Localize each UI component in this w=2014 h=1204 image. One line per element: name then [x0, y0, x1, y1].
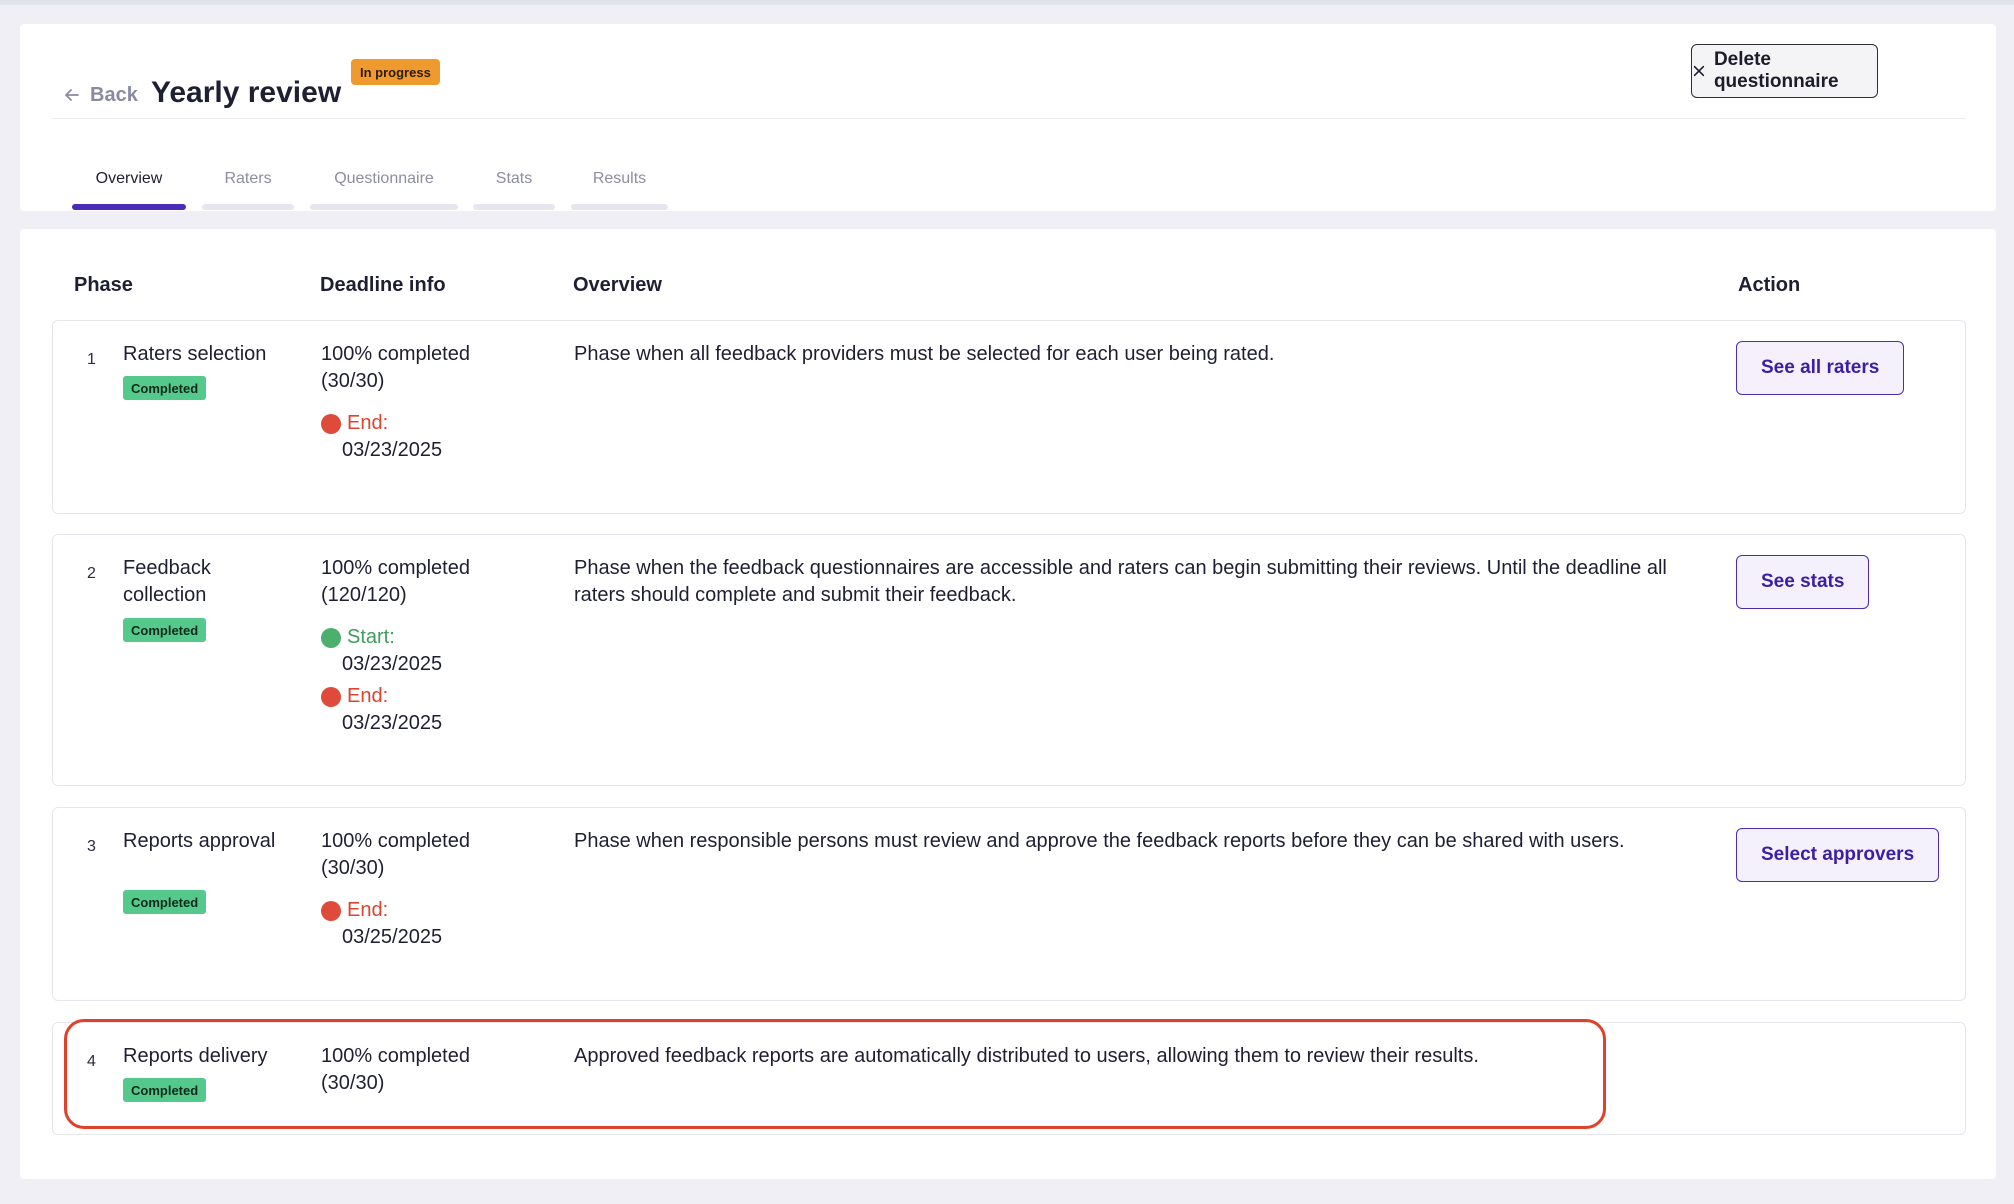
tab-stats[interactable]: Stats — [473, 124, 555, 210]
completed-badge: Completed — [123, 376, 207, 400]
phase-name: Reports delivery — [123, 1045, 268, 1067]
top-border — [0, 0, 2014, 5]
see-all-raters-button[interactable]: See all raters — [1736, 341, 1905, 395]
end-date-label: End: — [321, 410, 521, 437]
arrow-left-icon — [65, 89, 79, 101]
deadline-info: 100% completed (30/30) — [321, 1043, 521, 1097]
phase-number: 1 — [87, 351, 96, 368]
tab-indicator — [473, 204, 555, 210]
end-date: 03/23/2025 — [342, 439, 443, 461]
deadline-info: 100% completed (30/30) End: 03/25/2025 — [321, 828, 521, 951]
progress-text: 100% completed (30/30) — [321, 343, 470, 392]
table-row: 3 Reports approval Completed 100% comple… — [52, 807, 1966, 1001]
phases-table: Phase Deadline info Overview Action 1 Ra… — [20, 229, 1996, 1179]
end-label: End: — [347, 685, 389, 707]
end-dot-icon — [321, 413, 341, 434]
start-dot-icon — [321, 627, 341, 648]
back-link[interactable]: Back — [62, 59, 138, 131]
end-label: End: — [347, 412, 389, 434]
end-label: End: — [347, 899, 389, 921]
end-date-label: End: — [321, 683, 521, 710]
column-header-phase: Phase — [74, 274, 133, 296]
phase-name: Reports approval — [123, 830, 276, 852]
end-date: 03/23/2025 — [342, 712, 443, 734]
phase-number: 3 — [87, 838, 96, 855]
start-date-label: Start: — [321, 624, 521, 651]
tab-indicator — [571, 204, 668, 210]
end-date: 03/25/2025 — [342, 926, 443, 948]
phase-name: Feedback collection — [123, 557, 211, 606]
questionnaire-header: Back Yearly review In progress Delete qu… — [20, 24, 1996, 211]
close-icon — [1693, 65, 1705, 77]
column-header-deadline: Deadline info — [320, 274, 446, 296]
deadline-info: 100% completed (120/120) Start: 03/23/20… — [321, 555, 521, 737]
tab-indicator — [202, 204, 294, 210]
phase-overview: Approved feedback reports are automatica… — [574, 1045, 1479, 1067]
tab-results[interactable]: Results — [571, 124, 668, 210]
end-date-label: End: — [321, 897, 521, 924]
phase-number: 2 — [87, 565, 96, 582]
phase-name: Raters selection — [123, 343, 267, 365]
completed-badge: Completed — [123, 890, 207, 914]
column-header-overview: Overview — [573, 274, 662, 296]
table-row: 1 Raters selection Completed 100% comple… — [52, 320, 1966, 514]
completed-badge: Completed — [123, 618, 207, 642]
table-row: 4 Reports delivery Completed 100% comple… — [52, 1022, 1966, 1135]
phase-overview: Phase when the feedback questionnaires a… — [574, 557, 1667, 606]
tab-indicator — [72, 204, 186, 210]
progress-text: 100% completed (120/120) — [321, 557, 470, 606]
column-header-action: Action — [1738, 274, 1801, 296]
status-badge: In progress — [351, 59, 440, 85]
see-stats-button[interactable]: See stats — [1736, 555, 1870, 609]
deadline-info: 100% completed (30/30) End: 03/23/2025 — [321, 341, 521, 464]
start-date: 03/23/2025 — [342, 653, 443, 675]
progress-text: 100% completed (30/30) — [321, 1045, 470, 1094]
progress-text: 100% completed (30/30) — [321, 830, 470, 879]
tab-questionnaire[interactable]: Questionnaire — [310, 124, 458, 210]
tab-overview[interactable]: Overview — [72, 124, 186, 210]
tab-raters[interactable]: Raters — [202, 124, 294, 210]
delete-questionnaire-button[interactable]: Delete questionnaire — [1691, 44, 1878, 98]
phase-overview: Phase when responsible persons must revi… — [574, 830, 1625, 852]
back-label: Back — [90, 83, 138, 106]
tab-indicator — [310, 204, 458, 210]
end-dot-icon — [321, 900, 341, 921]
end-dot-icon — [321, 686, 341, 707]
phase-number: 4 — [87, 1053, 96, 1070]
header-divider — [52, 118, 1966, 119]
table-row: 2 Feedback collection Completed 100% com… — [52, 534, 1966, 786]
select-approvers-button[interactable]: Select approvers — [1736, 828, 1940, 882]
phase-overview: Phase when all feedback providers must b… — [574, 343, 1275, 365]
delete-label: Delete questionnaire — [1713, 49, 1839, 92]
completed-badge: Completed — [123, 1078, 207, 1102]
start-label: Start: — [347, 626, 395, 648]
page-title: Yearly review — [151, 76, 342, 109]
